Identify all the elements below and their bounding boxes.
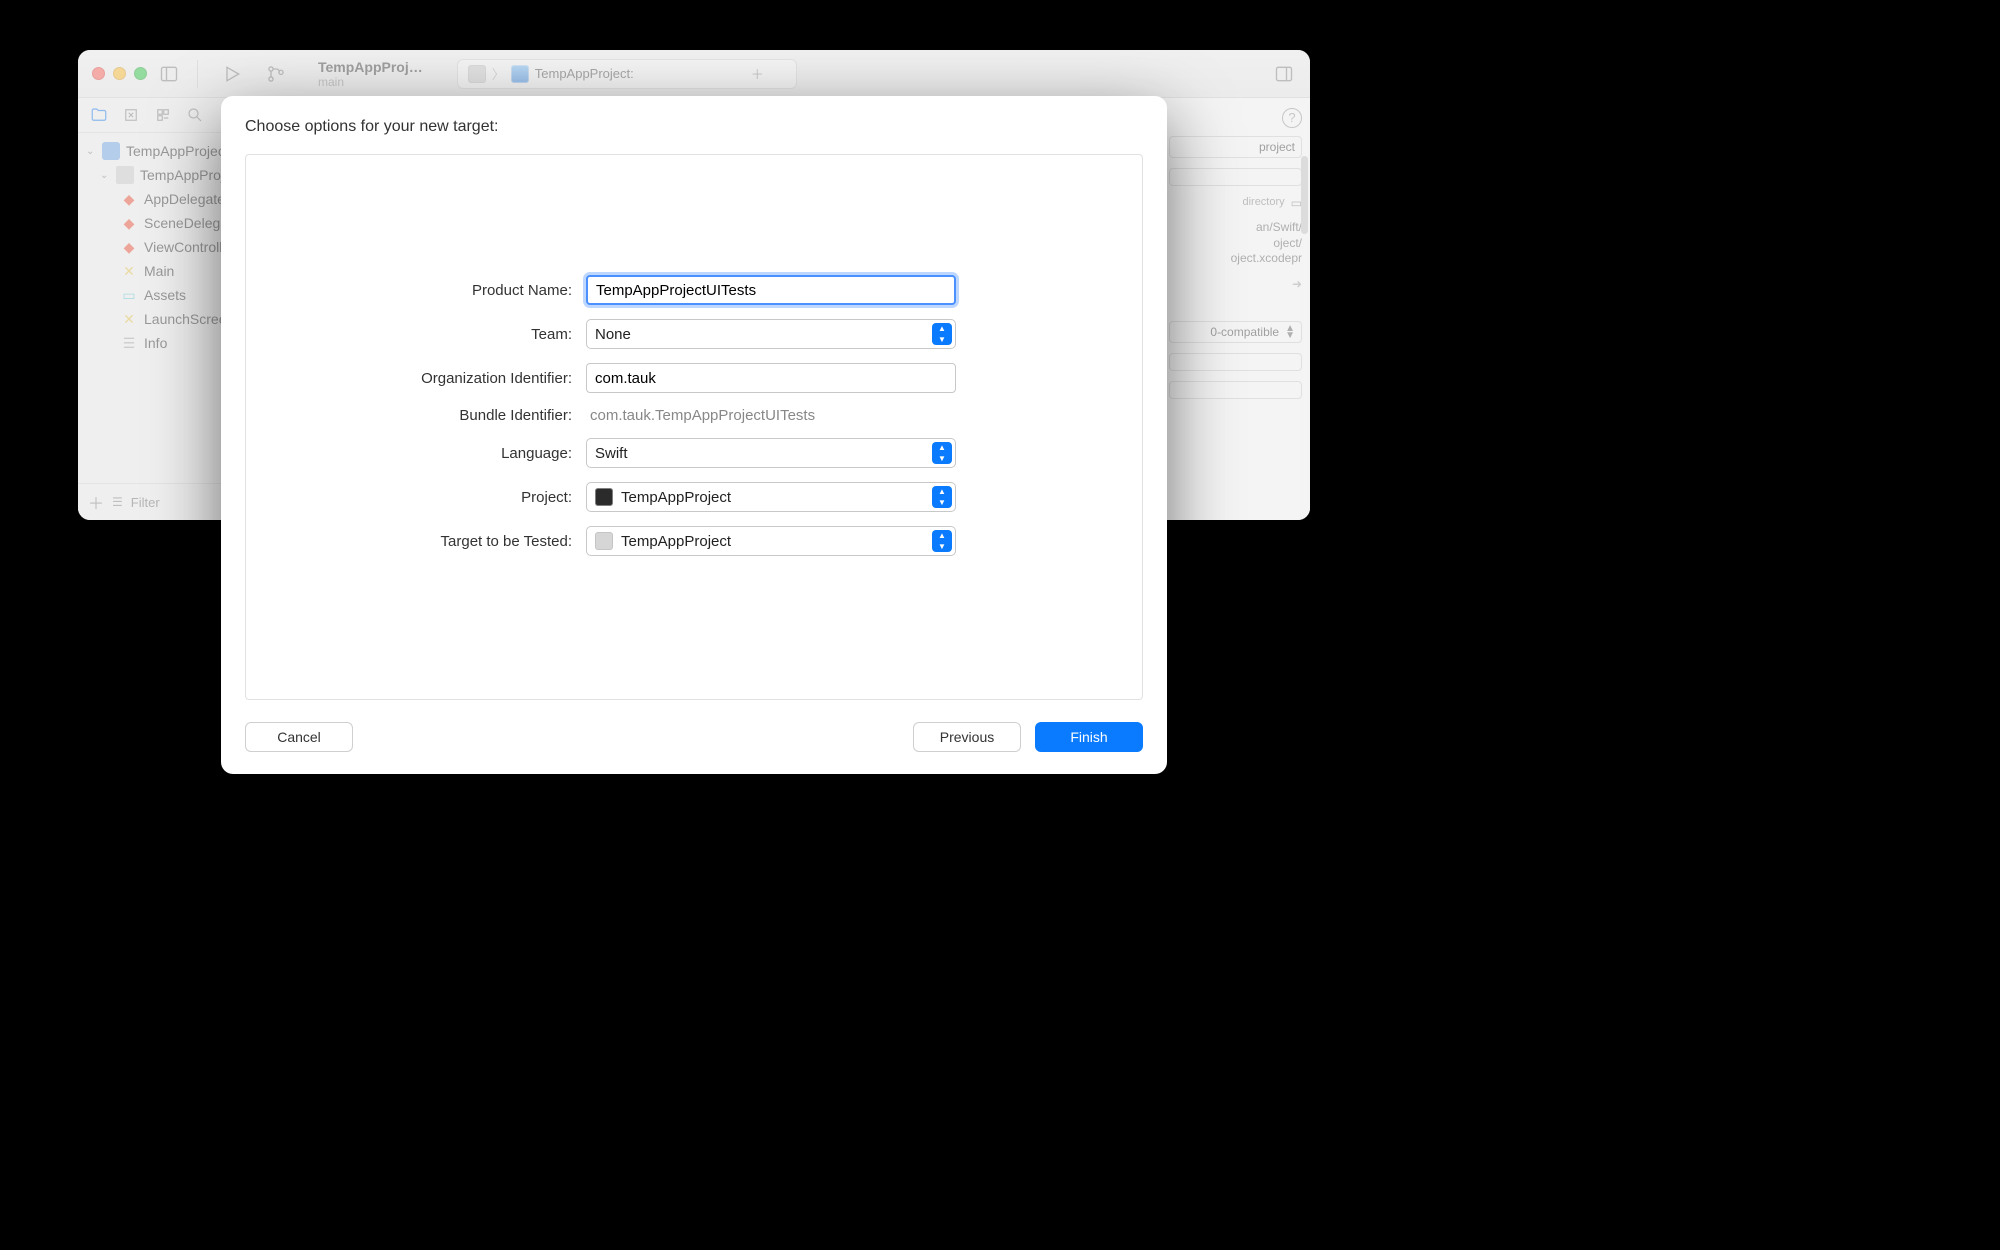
inspector-blank-field[interactable] bbox=[1169, 381, 1302, 399]
dropdown-stepper-icon: ▲▼ bbox=[932, 323, 952, 345]
sheet-footer: Cancel Previous Finish bbox=[245, 700, 1143, 752]
inspector-location-field[interactable] bbox=[1169, 168, 1302, 186]
folder-navigator-icon[interactable] bbox=[90, 106, 108, 124]
target-select[interactable]: TempAppProject ▲▼ bbox=[586, 526, 956, 556]
target-value: TempAppProject bbox=[621, 533, 731, 550]
target-label: Target to be Tested: bbox=[246, 533, 586, 550]
add-file-icon[interactable]: ＋ bbox=[88, 490, 104, 514]
project-name: TempAppProject bbox=[126, 143, 229, 159]
inspector-format-value: 0-compatible bbox=[1210, 325, 1279, 339]
product-name-label: Product Name: bbox=[246, 282, 586, 299]
swift-file-icon: ◆ bbox=[120, 238, 138, 256]
zoom-window-button[interactable] bbox=[134, 67, 147, 80]
language-select[interactable]: Swift ▲▼ bbox=[586, 438, 956, 468]
dropdown-stepper-icon: ▲▼ bbox=[932, 530, 952, 552]
titlebar: TempAppProj… main 〉 TempAppProject: ＋ bbox=[78, 50, 1310, 98]
folder-icon bbox=[116, 166, 134, 184]
app-tiny-icon bbox=[511, 65, 529, 83]
cancel-button[interactable]: Cancel bbox=[245, 722, 353, 752]
inspector-location-label: directory bbox=[1242, 196, 1284, 208]
chevron-right-icon: 〉 bbox=[492, 64, 505, 83]
sheet-body: Product Name: Team: None ▲▼ Organization… bbox=[245, 154, 1143, 700]
close-window-button[interactable] bbox=[92, 67, 105, 80]
language-value: Swift bbox=[595, 445, 628, 462]
file-name: Main bbox=[144, 263, 174, 279]
team-value: None bbox=[595, 326, 631, 343]
minimize-window-button[interactable] bbox=[113, 67, 126, 80]
reveal-arrow-icon[interactable]: ➜ bbox=[1292, 277, 1302, 291]
inspector-blank-field[interactable] bbox=[1169, 353, 1302, 371]
swift-file-icon: ◆ bbox=[120, 214, 138, 232]
inspector-path: oject/ bbox=[1169, 236, 1302, 252]
dropdown-stepper-icon: ▲▼ bbox=[932, 442, 952, 464]
scheme-selector[interactable]: TempAppProj… main bbox=[306, 57, 435, 91]
org-id-label: Organization Identifier: bbox=[246, 370, 586, 387]
finish-button[interactable]: Finish bbox=[1035, 722, 1143, 752]
language-label: Language: bbox=[246, 445, 586, 462]
file-name: Assets bbox=[144, 287, 186, 303]
bundle-id-label: Bundle Identifier: bbox=[246, 407, 586, 424]
toggle-inspector-icon[interactable] bbox=[1272, 62, 1296, 86]
disclosure-triangle-icon[interactable]: ⌄ bbox=[86, 146, 96, 157]
window-controls bbox=[92, 67, 147, 80]
scheme-title: TempAppProj… bbox=[318, 59, 423, 75]
file-name: Info bbox=[144, 335, 167, 351]
breadcrumb-text: TempAppProject: bbox=[535, 66, 634, 81]
app-target-icon bbox=[595, 532, 613, 550]
assets-file-icon: ▭ bbox=[120, 286, 138, 304]
previous-button[interactable]: Previous bbox=[913, 722, 1021, 752]
swift-file-icon: ◆ bbox=[120, 190, 138, 208]
team-select[interactable]: None ▲▼ bbox=[586, 319, 956, 349]
sheet-title: Choose options for your new target: bbox=[245, 118, 1143, 136]
disclosure-triangle-icon[interactable]: ⌄ bbox=[100, 170, 110, 181]
project-icon bbox=[595, 488, 613, 506]
activity-viewer[interactable]: 〉 TempAppProject: ＋ bbox=[457, 59, 797, 89]
team-label: Team: bbox=[246, 326, 586, 343]
project-icon bbox=[102, 142, 120, 160]
project-select[interactable]: TempAppProject ▲▼ bbox=[586, 482, 956, 512]
plist-file-icon: ☰ bbox=[120, 334, 138, 352]
org-id-input[interactable] bbox=[586, 363, 956, 393]
scrollbar-thumb[interactable] bbox=[1301, 156, 1308, 234]
scheme-branch: main bbox=[318, 75, 423, 89]
inspector-path: oject.xcodepr bbox=[1169, 251, 1302, 267]
dropdown-stepper-icon: ▲▼ bbox=[932, 486, 952, 508]
storyboard-file-icon: ✕ bbox=[120, 310, 138, 328]
stepper-icon: ▲▼ bbox=[1285, 325, 1295, 339]
project-label: Project: bbox=[246, 489, 586, 506]
product-name-input[interactable] bbox=[586, 275, 956, 305]
divider bbox=[197, 60, 198, 88]
search-navigator-icon[interactable] bbox=[186, 106, 204, 124]
project-tiny-icon bbox=[468, 65, 486, 83]
run-button[interactable] bbox=[220, 62, 244, 86]
inspector-name-field[interactable]: project bbox=[1169, 136, 1302, 158]
help-icon[interactable]: ? bbox=[1282, 108, 1302, 128]
filter-scope-icon[interactable]: ☰ bbox=[112, 495, 123, 509]
new-target-sheet: Choose options for your new target: Prod… bbox=[221, 96, 1167, 774]
inspector-panel: ? project directory ▭ an/Swift/ oject/ o… bbox=[1160, 98, 1310, 520]
add-tab-icon[interactable]: ＋ bbox=[751, 64, 764, 83]
branch-icon[interactable] bbox=[264, 62, 288, 86]
bundle-id-value: com.tauk.TempAppProjectUITests bbox=[586, 407, 956, 424]
symbol-navigator-icon[interactable] bbox=[154, 106, 172, 124]
inspector-path: an/Swift/ bbox=[1169, 220, 1302, 236]
inspector-format-field[interactable]: 0-compatible ▲▼ bbox=[1169, 321, 1302, 343]
file-name: AppDelegate bbox=[144, 191, 225, 207]
project-value: TempAppProject bbox=[621, 489, 731, 506]
storyboard-file-icon: ✕ bbox=[120, 262, 138, 280]
toggle-navigator-icon[interactable] bbox=[157, 62, 181, 86]
source-control-navigator-icon[interactable] bbox=[122, 106, 140, 124]
